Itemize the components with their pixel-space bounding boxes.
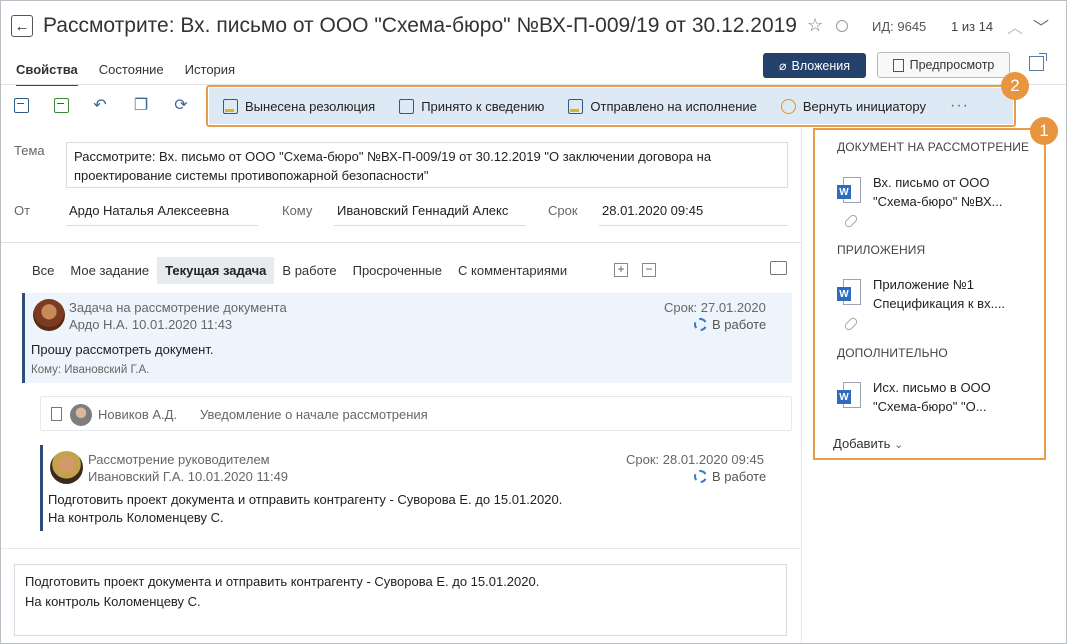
to-label: Кому <box>282 203 313 218</box>
document-name-line: "Схема-бюро" "О... <box>873 399 987 414</box>
section-document-title: ДОКУМЕНТ НА РАССМОТРЕНИЕ <box>837 140 1030 154</box>
task-body-line: Подготовить проект документа и отправить… <box>48 492 563 507</box>
callout-badge-2: 2 <box>1001 72 1029 100</box>
from-field[interactable]: Ардо Наталья Алексеевна <box>66 203 258 226</box>
word-document-icon: W <box>837 382 861 412</box>
attachments-button-label: Вложения <box>791 58 851 73</box>
chevron-down-icon[interactable]: ﹀ <box>1033 14 1049 38</box>
notification-row[interactable]: Новиков А.Д. Уведомление о начале рассмо… <box>40 396 792 431</box>
document-name-line: Спецификация к вх.... <box>873 296 1006 311</box>
save-and-close-icon[interactable] <box>52 96 70 114</box>
task-author: Ардо Н.А. 10.01.2020 11:43 <box>69 317 233 332</box>
avatar <box>33 299 65 331</box>
avatar <box>70 404 92 426</box>
add-attachment-label: Добавить <box>833 436 891 451</box>
document-name-line: Приложение №1 <box>873 277 975 292</box>
from-label: От <box>14 203 31 218</box>
actions-highlight-frame <box>206 85 1016 127</box>
print-icon[interactable] <box>770 261 787 275</box>
comment-divider <box>1 548 801 549</box>
collapse-all-icon[interactable]: − <box>642 263 656 277</box>
due-field[interactable]: 28.01.2020 09:45 <box>599 203 788 226</box>
filter-current-task[interactable]: Текущая задача <box>157 256 275 284</box>
task-title: Задача на рассмотрение документа <box>69 300 287 315</box>
notification-text: Уведомление о начале рассмотрения <box>200 407 428 422</box>
preview-icon <box>892 58 904 72</box>
to-field[interactable]: Ивановский Геннадий Алекс <box>334 203 526 226</box>
open-in-new-window-icon[interactable] <box>1029 53 1047 71</box>
preview-button-label: Предпросмотр <box>909 58 995 72</box>
preview-button[interactable]: Предпросмотр <box>877 52 1010 78</box>
tab-state[interactable]: Состояние <box>99 62 164 86</box>
task-body-line: На контроль Коломенцеву С. <box>48 510 224 525</box>
paperclip-icon: ⌀ <box>778 59 787 73</box>
task-status: В работе <box>694 469 766 484</box>
attachments-panel: ДОКУМЕНТ НА РАССМОТРЕНИЕ W Вх. письмо от… <box>813 128 1046 460</box>
add-attachment-button[interactable]: Добавить ⌄ <box>833 436 903 451</box>
tab-properties[interactable]: Свойства <box>16 62 78 86</box>
task-card[interactable]: Рассмотрение руководителем Ивановский Г.… <box>40 445 792 531</box>
due-label: Срок <box>548 203 578 218</box>
task-author: Ивановский Г.А. 10.01.2020 11:49 <box>88 469 289 484</box>
copy-icon[interactable]: ❐ <box>132 96 150 114</box>
comment-line: Подготовить проект документа и отправить… <box>25 574 540 589</box>
task-card[interactable]: Задача на рассмотрение документа Ардо Н.… <box>22 293 792 383</box>
section-additional-title: ДОПОЛНИТЕЛЬНО <box>837 346 948 360</box>
word-document-icon: W <box>837 177 861 207</box>
undo-icon[interactable]: ↶ <box>91 96 109 114</box>
callout-badge-1: 1 <box>1030 117 1058 145</box>
document-item[interactable]: W Вх. письмо от ООО "Схема-бюро" №ВХ... <box>837 173 1003 211</box>
filter-all[interactable]: Все <box>24 257 62 284</box>
right-panel-divider <box>801 128 802 643</box>
theme-field[interactable]: Рассмотрите: Вх. письмо от ООО "Схема-бю… <box>66 142 788 188</box>
star-icon[interactable]: ☆ <box>807 15 823 36</box>
filter-in-progress[interactable]: В работе <box>274 257 344 284</box>
document-name-line: Вх. письмо от ООО <box>873 175 990 190</box>
task-recipient: Кому: Ивановский Г.А. <box>31 364 150 376</box>
link-icon <box>843 316 859 332</box>
task-due: Срок: 28.01.2020 09:45 <box>626 452 764 467</box>
filter-my-task[interactable]: Мое задание <box>62 257 157 284</box>
task-status: В работе <box>694 317 766 332</box>
refresh-icon[interactable]: ⟳ <box>172 96 190 114</box>
task-title: Рассмотрение руководителем <box>88 452 270 467</box>
document-icon <box>51 407 62 421</box>
task-body: Прошу рассмотреть документ. <box>31 342 214 357</box>
document-id: ИД: 9645 <box>872 19 927 34</box>
task-filter-bar: Все Мое задание Текущая задача В работе … <box>24 256 575 284</box>
task-due: Срок: 27.01.2020 <box>664 300 766 315</box>
filter-overdue[interactable]: Просроченные <box>345 257 450 284</box>
tab-bar: Свойства Состояние История <box>16 62 256 86</box>
section-attachments-title: ПРИЛОЖЕНИЯ <box>837 243 926 257</box>
notification-author: Новиков А.Д. <box>98 407 178 422</box>
app-window: ← Рассмотрите: Вх. письмо от ООО "Схема-… <box>0 0 1067 644</box>
page-title: Рассмотрите: Вх. письмо от ООО "Схема-бю… <box>43 14 803 37</box>
back-arrow-icon[interactable]: ← <box>11 15 33 37</box>
document-name-line: Исх. письмо в ООО <box>873 380 991 395</box>
avatar <box>50 451 83 484</box>
tab-history[interactable]: История <box>185 62 235 86</box>
word-document-icon: W <box>837 279 861 309</box>
document-item[interactable]: W Исх. письмо в ООО "Схема-бюро" "О... <box>837 378 991 416</box>
save-icon[interactable] <box>12 96 30 114</box>
chevron-up-icon[interactable]: ︿ <box>1007 14 1023 38</box>
in-progress-icon <box>694 318 707 331</box>
chevron-down-icon: ⌄ <box>894 439 904 451</box>
task-status-label: В работе <box>712 469 767 484</box>
status-circle-icon <box>836 20 848 32</box>
document-item[interactable]: W Приложение №1 Спецификация к вх.... <box>837 275 1005 313</box>
pager-counter: 1 из 14 <box>951 19 994 34</box>
filter-with-comments[interactable]: С комментариями <box>450 257 575 284</box>
comment-textarea[interactable]: Подготовить проект документа и отправить… <box>14 564 787 636</box>
document-name-line: "Схема-бюро" №ВХ... <box>873 194 1003 209</box>
theme-label: Тема <box>14 143 45 158</box>
expand-all-icon[interactable]: + <box>614 263 628 277</box>
attachments-button[interactable]: ⌀ Вложения <box>763 53 866 78</box>
link-icon <box>843 213 859 229</box>
in-progress-icon <box>694 470 707 483</box>
comment-line: На контроль Коломенцеву С. <box>25 594 201 609</box>
task-status-label: В работе <box>712 317 767 332</box>
fields-divider <box>1 242 801 243</box>
